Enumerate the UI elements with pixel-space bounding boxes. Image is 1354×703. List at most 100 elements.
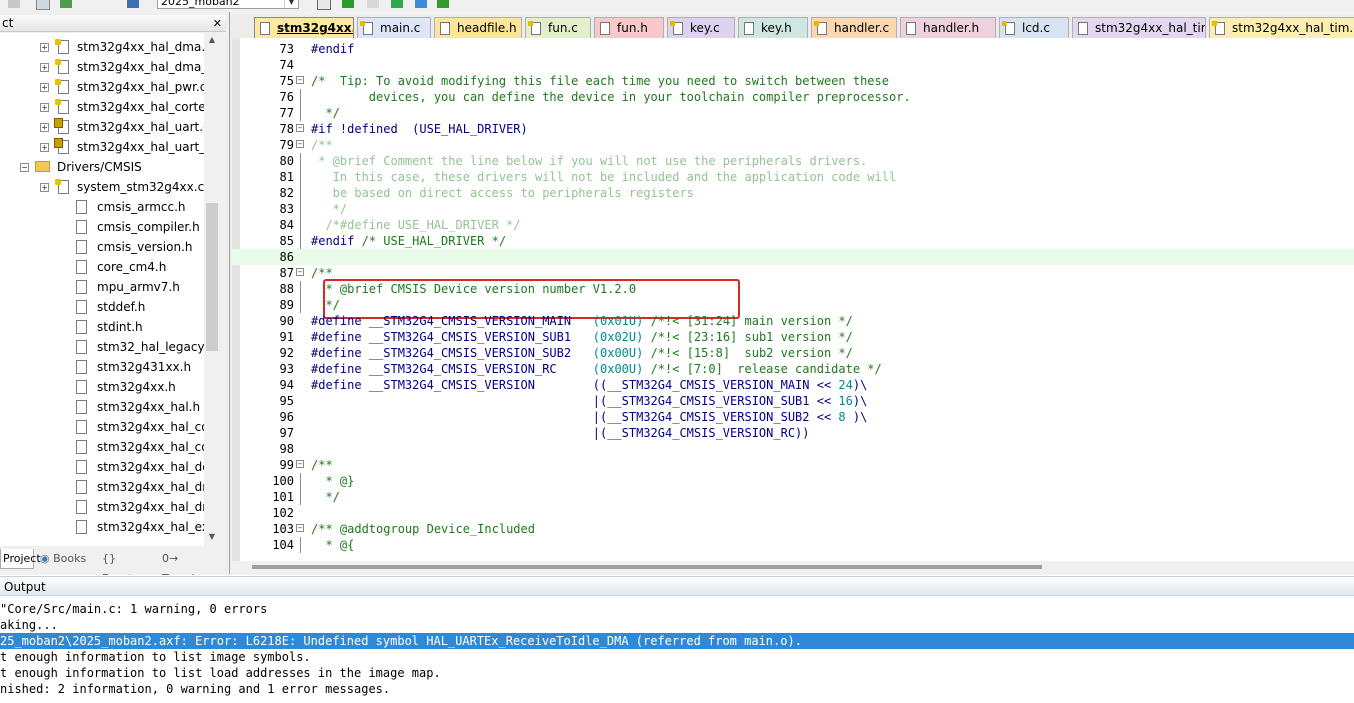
expand-icon[interactable]: + xyxy=(40,63,49,72)
tree-item[interactable]: stm32g4xx.h xyxy=(0,377,204,397)
tree-item[interactable]: + stm32g4xx_hal_dma_ex.c xyxy=(0,57,204,77)
editor-tab[interactable]: fun.h xyxy=(594,17,664,38)
tree-item[interactable]: stm32g4xx_hal_def.h xyxy=(0,457,204,477)
window-icon[interactable] xyxy=(36,0,50,10)
tree-item[interactable]: + stm32g4xx_hal_uart.c xyxy=(0,117,204,137)
tree-item[interactable]: stm32g4xx_hal_dma xyxy=(0,497,204,517)
stack-icon[interactable] xyxy=(8,0,20,8)
scrollbar-thumb[interactable] xyxy=(206,203,218,351)
editor-tab[interactable]: main.c xyxy=(357,17,431,38)
fold-toggle-icon[interactable]: − xyxy=(296,460,304,468)
tree-item[interactable]: stm32g431xx.h xyxy=(0,357,204,377)
tree-item[interactable]: cmsis_version.h xyxy=(0,237,204,257)
layers-icon[interactable] xyxy=(60,0,72,8)
code-line: 75−/* Tip: To avoid modifying this file … xyxy=(232,73,1354,89)
editor-tab[interactable]: handler.h xyxy=(900,17,996,38)
file-icon xyxy=(76,500,87,514)
editor-tab[interactable]: key.h xyxy=(738,17,808,38)
line-number: 73 xyxy=(279,42,294,56)
editor-tab[interactable]: stm32g4xx.h xyxy=(254,17,354,38)
fold-toggle-icon[interactable]: − xyxy=(296,124,304,132)
tree-item[interactable]: + stm32g4xx_hal_dma.c xyxy=(0,37,204,57)
chevron-down-icon[interactable]: ▼ xyxy=(284,0,298,8)
tree-item[interactable]: stm32g4xx_hal_conf xyxy=(0,417,204,437)
tab-project[interactable]: Project xyxy=(0,549,41,569)
build-icon[interactable] xyxy=(342,0,354,8)
tree-item-label: stm32g4xx_hal_pwr.c xyxy=(77,80,204,94)
download-icon[interactable] xyxy=(127,0,139,8)
file-icon xyxy=(1212,21,1225,35)
close-icon[interactable]: ✕ xyxy=(213,15,222,32)
tree-item[interactable]: cmsis_compiler.h xyxy=(0,217,204,237)
fold-toggle-icon[interactable]: − xyxy=(296,76,304,84)
tree-item[interactable]: stdint.h xyxy=(0,317,204,337)
file-icon xyxy=(76,380,87,394)
tree-item[interactable]: cmsis_armcc.h xyxy=(0,197,204,217)
output-line[interactable]: "Core/Src/main.c: 1 warning, 0 errors xyxy=(0,601,1354,617)
editor-tab[interactable]: key.c xyxy=(667,17,735,38)
tree-scrollbar[interactable]: ▲ ▼ xyxy=(204,33,221,546)
tree-item[interactable]: core_cm4.h xyxy=(0,257,204,277)
arrow-icon[interactable] xyxy=(415,0,427,8)
tab-templates[interactable]: 0→ Templ... xyxy=(160,549,224,585)
editor-tab[interactable]: headfile.h xyxy=(434,17,522,38)
tree-item[interactable]: stm32g4xx_hal_dma xyxy=(0,477,204,497)
collapse-icon[interactable]: − xyxy=(20,163,29,172)
editor-horizontal-scrollbar[interactable] xyxy=(232,561,1354,574)
fold-toggle-icon[interactable]: − xyxy=(296,524,304,532)
check-icon[interactable] xyxy=(437,0,449,8)
tree-item[interactable]: + stm32g4xx_hal_pwr.c xyxy=(0,77,204,97)
fold-toggle-icon[interactable]: − xyxy=(296,140,304,148)
tree-item[interactable]: stm32g4xx_hal.h xyxy=(0,397,204,417)
line-number: 103 xyxy=(272,522,294,536)
output-line[interactable]: t enough information to list load addres… xyxy=(0,665,1354,681)
editor-tab[interactable]: handler.c xyxy=(811,17,897,38)
output-line[interactable]: 25_moban2\2025_moban2.axf: Error: L6218E… xyxy=(0,633,1354,649)
tree-item[interactable]: stddef.h xyxy=(0,297,204,317)
editor-tab[interactable]: stm32g4xx_hal_tim.h xyxy=(1072,17,1206,38)
code-line: 98 xyxy=(232,441,1354,457)
expand-icon[interactable]: + xyxy=(40,123,49,132)
fold-toggle-icon[interactable]: − xyxy=(296,268,304,276)
output-line[interactable]: t enough information to list image symbo… xyxy=(0,649,1354,665)
scrollbar-thumb[interactable] xyxy=(252,565,1042,569)
fold-line xyxy=(300,153,301,169)
editor-tab[interactable]: lcd.c xyxy=(999,17,1069,38)
tree-item-label: stm32g4xx.h xyxy=(97,380,176,394)
code-text: be based on direct access to peripherals… xyxy=(311,186,694,200)
line-number: 74 xyxy=(279,58,294,72)
tree-item[interactable]: − Drivers/CMSIS xyxy=(0,157,204,177)
editor-tab-label: lcd.c xyxy=(1022,21,1050,35)
tab-functions[interactable]: {} Funct... xyxy=(100,549,158,585)
output-line[interactable]: nished: 2 information, 0 warning and 1 e… xyxy=(0,681,1354,697)
scroll-up-icon[interactable]: ▲ xyxy=(206,35,218,47)
scroll-down-icon[interactable]: ▼ xyxy=(206,532,218,544)
copy-icon[interactable] xyxy=(367,0,379,8)
tree-item[interactable]: + stm32g4xx_hal_uart_ex.c xyxy=(0,137,204,157)
tree-item[interactable]: + stm32g4xx_hal_cortex.c xyxy=(0,97,204,117)
tree-item-label: stm32g4xx_hal_def.h xyxy=(97,460,204,474)
expand-icon[interactable]: + xyxy=(40,183,49,192)
gem-icon[interactable] xyxy=(391,0,403,8)
tree-item[interactable]: stm32_hal_legacy.h xyxy=(0,337,204,357)
tree-item-label: system_stm32g4xx.c xyxy=(77,180,204,194)
expand-icon[interactable]: + xyxy=(40,83,49,92)
expand-icon[interactable]: + xyxy=(40,143,49,152)
editor-tab[interactable]: fun.c xyxy=(525,17,591,38)
fold-line xyxy=(300,217,301,233)
target-select[interactable]: 2025_moban2 ▼ xyxy=(157,0,299,9)
expand-icon[interactable]: + xyxy=(40,103,49,112)
expand-icon[interactable]: + xyxy=(40,43,49,52)
tree-item[interactable]: stm32g4xx_hal_exti. xyxy=(0,517,204,537)
tree-item[interactable]: stm32g4xx_hal_corte xyxy=(0,437,204,457)
editor-tab[interactable]: stm32g4xx_hal_tim.c xyxy=(1209,17,1354,38)
output-line[interactable]: aking... xyxy=(0,617,1354,633)
tree-item[interactable]: mpu_armv7.h xyxy=(0,277,204,297)
tree-item[interactable]: + system_stm32g4xx.c xyxy=(0,177,204,197)
code-area[interactable]: 73 #endif 74 75−/* Tip: To avoid modifying … xyxy=(232,38,1354,561)
file-icon xyxy=(76,460,87,474)
editor-tab-label: fun.c xyxy=(548,21,578,35)
tab-books[interactable]: ◉ Books xyxy=(38,549,94,569)
options-icon[interactable] xyxy=(317,0,331,10)
code-text: /*#define USE_HAL_DRIVER */ xyxy=(311,218,521,232)
